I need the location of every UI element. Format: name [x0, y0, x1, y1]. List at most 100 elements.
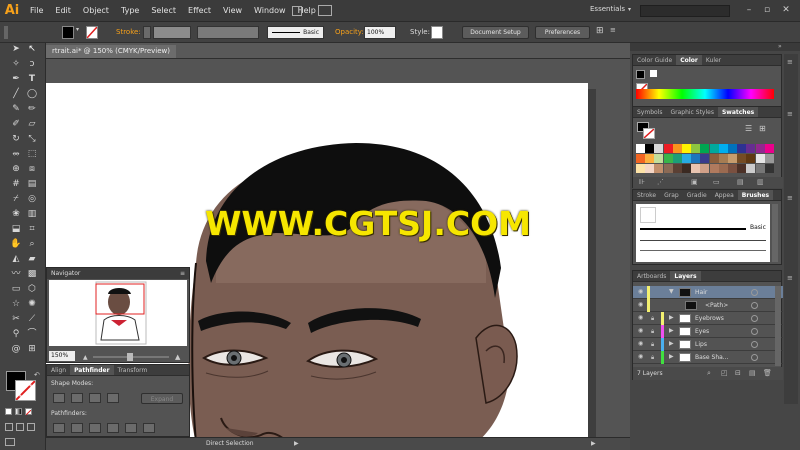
- tab-kuler[interactable]: Kuler: [702, 55, 725, 65]
- layer-row-lips[interactable]: ◉ 🔒︎ ▶ Lips: [633, 338, 783, 351]
- color-swatch[interactable]: [755, 164, 765, 173]
- color-swatch[interactable]: [654, 154, 664, 163]
- outline-button[interactable]: [125, 423, 137, 433]
- tab-swatches[interactable]: Swatches: [717, 107, 759, 117]
- color-swatch[interactable]: [663, 164, 673, 173]
- color-swatch[interactable]: [764, 144, 774, 153]
- direct-selection-tool-icon[interactable]: ↖: [25, 43, 39, 55]
- color-swatch[interactable]: [737, 144, 747, 153]
- opacity-label[interactable]: Opacity:: [335, 28, 364, 41]
- layer-name[interactable]: Hair: [695, 289, 707, 296]
- color-swatch[interactable]: [636, 144, 645, 153]
- paintbrush-tool-icon[interactable]: ✎: [9, 103, 23, 115]
- arrange-documents-icon[interactable]: [318, 5, 332, 16]
- layer-name[interactable]: Lips: [695, 341, 707, 348]
- tab-graphic-styles[interactable]: Graphic Styles: [666, 107, 717, 117]
- target-circle-icon[interactable]: [751, 328, 758, 335]
- color-swatch[interactable]: [691, 154, 701, 163]
- mesh-tool-icon[interactable]: #: [9, 178, 23, 190]
- document-tab[interactable]: rtrait.ai* @ 150% (CMYK/Preview): [46, 45, 176, 58]
- panel-menu-icon[interactable]: ≡: [787, 274, 793, 282]
- brush-stroke-2[interactable]: [640, 240, 766, 241]
- target-circle-icon[interactable]: [751, 341, 758, 348]
- blob-brush-tool-icon[interactable]: ✐: [9, 118, 23, 130]
- spiral-tool-icon[interactable]: @: [9, 343, 23, 355]
- tab-color-guide[interactable]: Color Guide: [633, 55, 676, 65]
- color-spectrum[interactable]: [636, 89, 774, 99]
- expand-triangle-icon[interactable]: ▶: [669, 327, 674, 334]
- preferences-button[interactable]: Preferences: [535, 26, 590, 39]
- maximize-icon[interactable]: ▫: [760, 4, 774, 16]
- layer-row-eyes[interactable]: ◉ 🔒︎ ▶ Eyes: [633, 325, 783, 338]
- color-swatch[interactable]: [728, 144, 737, 153]
- color-swatch[interactable]: [709, 164, 719, 173]
- tab-appearance[interactable]: Appea: [711, 190, 738, 200]
- tab-transform[interactable]: Transform: [114, 365, 152, 375]
- crop-button[interactable]: [107, 423, 119, 433]
- tab-stroke[interactable]: Stroke: [633, 190, 660, 200]
- symbol-sprayer-tool-icon[interactable]: ❀: [9, 208, 23, 220]
- minus-back-button[interactable]: [143, 423, 155, 433]
- gradient-mode-icon[interactable]: [15, 408, 22, 415]
- panel-menu-icon[interactable]: ≡: [787, 110, 793, 118]
- screen-mode-icon[interactable]: [5, 438, 15, 446]
- color-swatch[interactable]: [672, 154, 682, 163]
- zoom-field[interactable]: 150%: [49, 351, 75, 361]
- zoom-out-icon[interactable]: ▲: [83, 354, 88, 361]
- draw-normal-icon[interactable]: [5, 423, 13, 431]
- new-sublayer-icon[interactable]: ⊟: [735, 369, 741, 377]
- expand-button[interactable]: Expand: [141, 393, 183, 404]
- color-swatch[interactable]: [700, 144, 710, 153]
- color-swatch[interactable]: [672, 144, 682, 153]
- menu-edit[interactable]: Edit: [49, 6, 77, 15]
- new-layer-icon[interactable]: ▤: [749, 369, 756, 377]
- color-swatch[interactable]: [746, 144, 756, 153]
- layers-scrollbar[interactable]: [775, 286, 781, 366]
- zoom-slider[interactable]: [93, 353, 169, 361]
- menu-select[interactable]: Select: [145, 6, 182, 15]
- navigator-preview[interactable]: [49, 280, 187, 346]
- layer-row-base-shapes[interactable]: ◉ 🔒︎ ▶ Base Sha...: [633, 351, 783, 364]
- panel-menu-icon[interactable]: ≡: [610, 26, 618, 39]
- swatch-grid[interactable]: [636, 144, 776, 176]
- warp-tool-icon[interactable]: 〰: [9, 268, 23, 280]
- layer-name[interactable]: Eyes: [695, 328, 709, 335]
- color-swatch[interactable]: [672, 164, 682, 173]
- tab-brushes[interactable]: Brushes: [737, 190, 774, 200]
- brushes-scrollbar[interactable]: [772, 204, 778, 262]
- grid-tool-icon[interactable]: ⊞: [25, 343, 39, 355]
- tab-graphic[interactable]: Grap: [660, 190, 683, 200]
- column-graph-tool-icon[interactable]: ▥: [25, 208, 39, 220]
- color-swatch[interactable]: [691, 164, 701, 173]
- eraser-tool-icon[interactable]: ▱: [25, 118, 39, 130]
- swap-fill-stroke-icon[interactable]: ↶: [34, 371, 40, 379]
- list-view-icon[interactable]: ☰: [745, 124, 752, 133]
- menu-object[interactable]: Object: [77, 6, 115, 15]
- new-swatch-icon[interactable]: ▤: [737, 178, 744, 186]
- rectangle-tool-icon[interactable]: ▭: [9, 283, 23, 295]
- close-icon[interactable]: ✕: [779, 4, 793, 16]
- color-swatch[interactable]: [755, 154, 765, 163]
- visibility-eye-icon[interactable]: ◉: [638, 302, 646, 308]
- perspective-grid-tool-icon[interactable]: ⧈: [25, 163, 39, 175]
- magic-wand-tool-icon[interactable]: ✧: [9, 58, 23, 70]
- rotate-tool-icon[interactable]: ↻: [9, 133, 23, 145]
- intersect-button[interactable]: [89, 393, 101, 403]
- color-swatch[interactable]: [700, 164, 710, 173]
- eyedropper-tool-icon[interactable]: ⌿: [9, 193, 23, 205]
- scroll-right-icon[interactable]: ▶: [591, 440, 596, 447]
- clipping-mask-icon[interactable]: ◰: [721, 369, 728, 377]
- target-circle-icon[interactable]: [751, 315, 758, 322]
- zoom-in-icon[interactable]: ▲: [175, 353, 180, 361]
- expand-triangle-icon[interactable]: ▼: [669, 288, 674, 295]
- draw-inside-icon[interactable]: [27, 423, 35, 431]
- bridge-icon[interactable]: [292, 6, 302, 16]
- white-swatch[interactable]: [650, 70, 657, 77]
- expand-triangle-icon[interactable]: ▶: [669, 353, 674, 360]
- stroke-swatch[interactable]: [86, 26, 98, 39]
- slice-tool-icon[interactable]: ⌗: [25, 223, 39, 235]
- thumbnail-view-icon[interactable]: ⊞: [759, 124, 766, 133]
- tab-artboards[interactable]: Artboards: [633, 271, 670, 281]
- layer-row-hair[interactable]: ◉ ▼ Hair: [633, 286, 783, 299]
- stroke-label[interactable]: Stroke:: [116, 28, 141, 41]
